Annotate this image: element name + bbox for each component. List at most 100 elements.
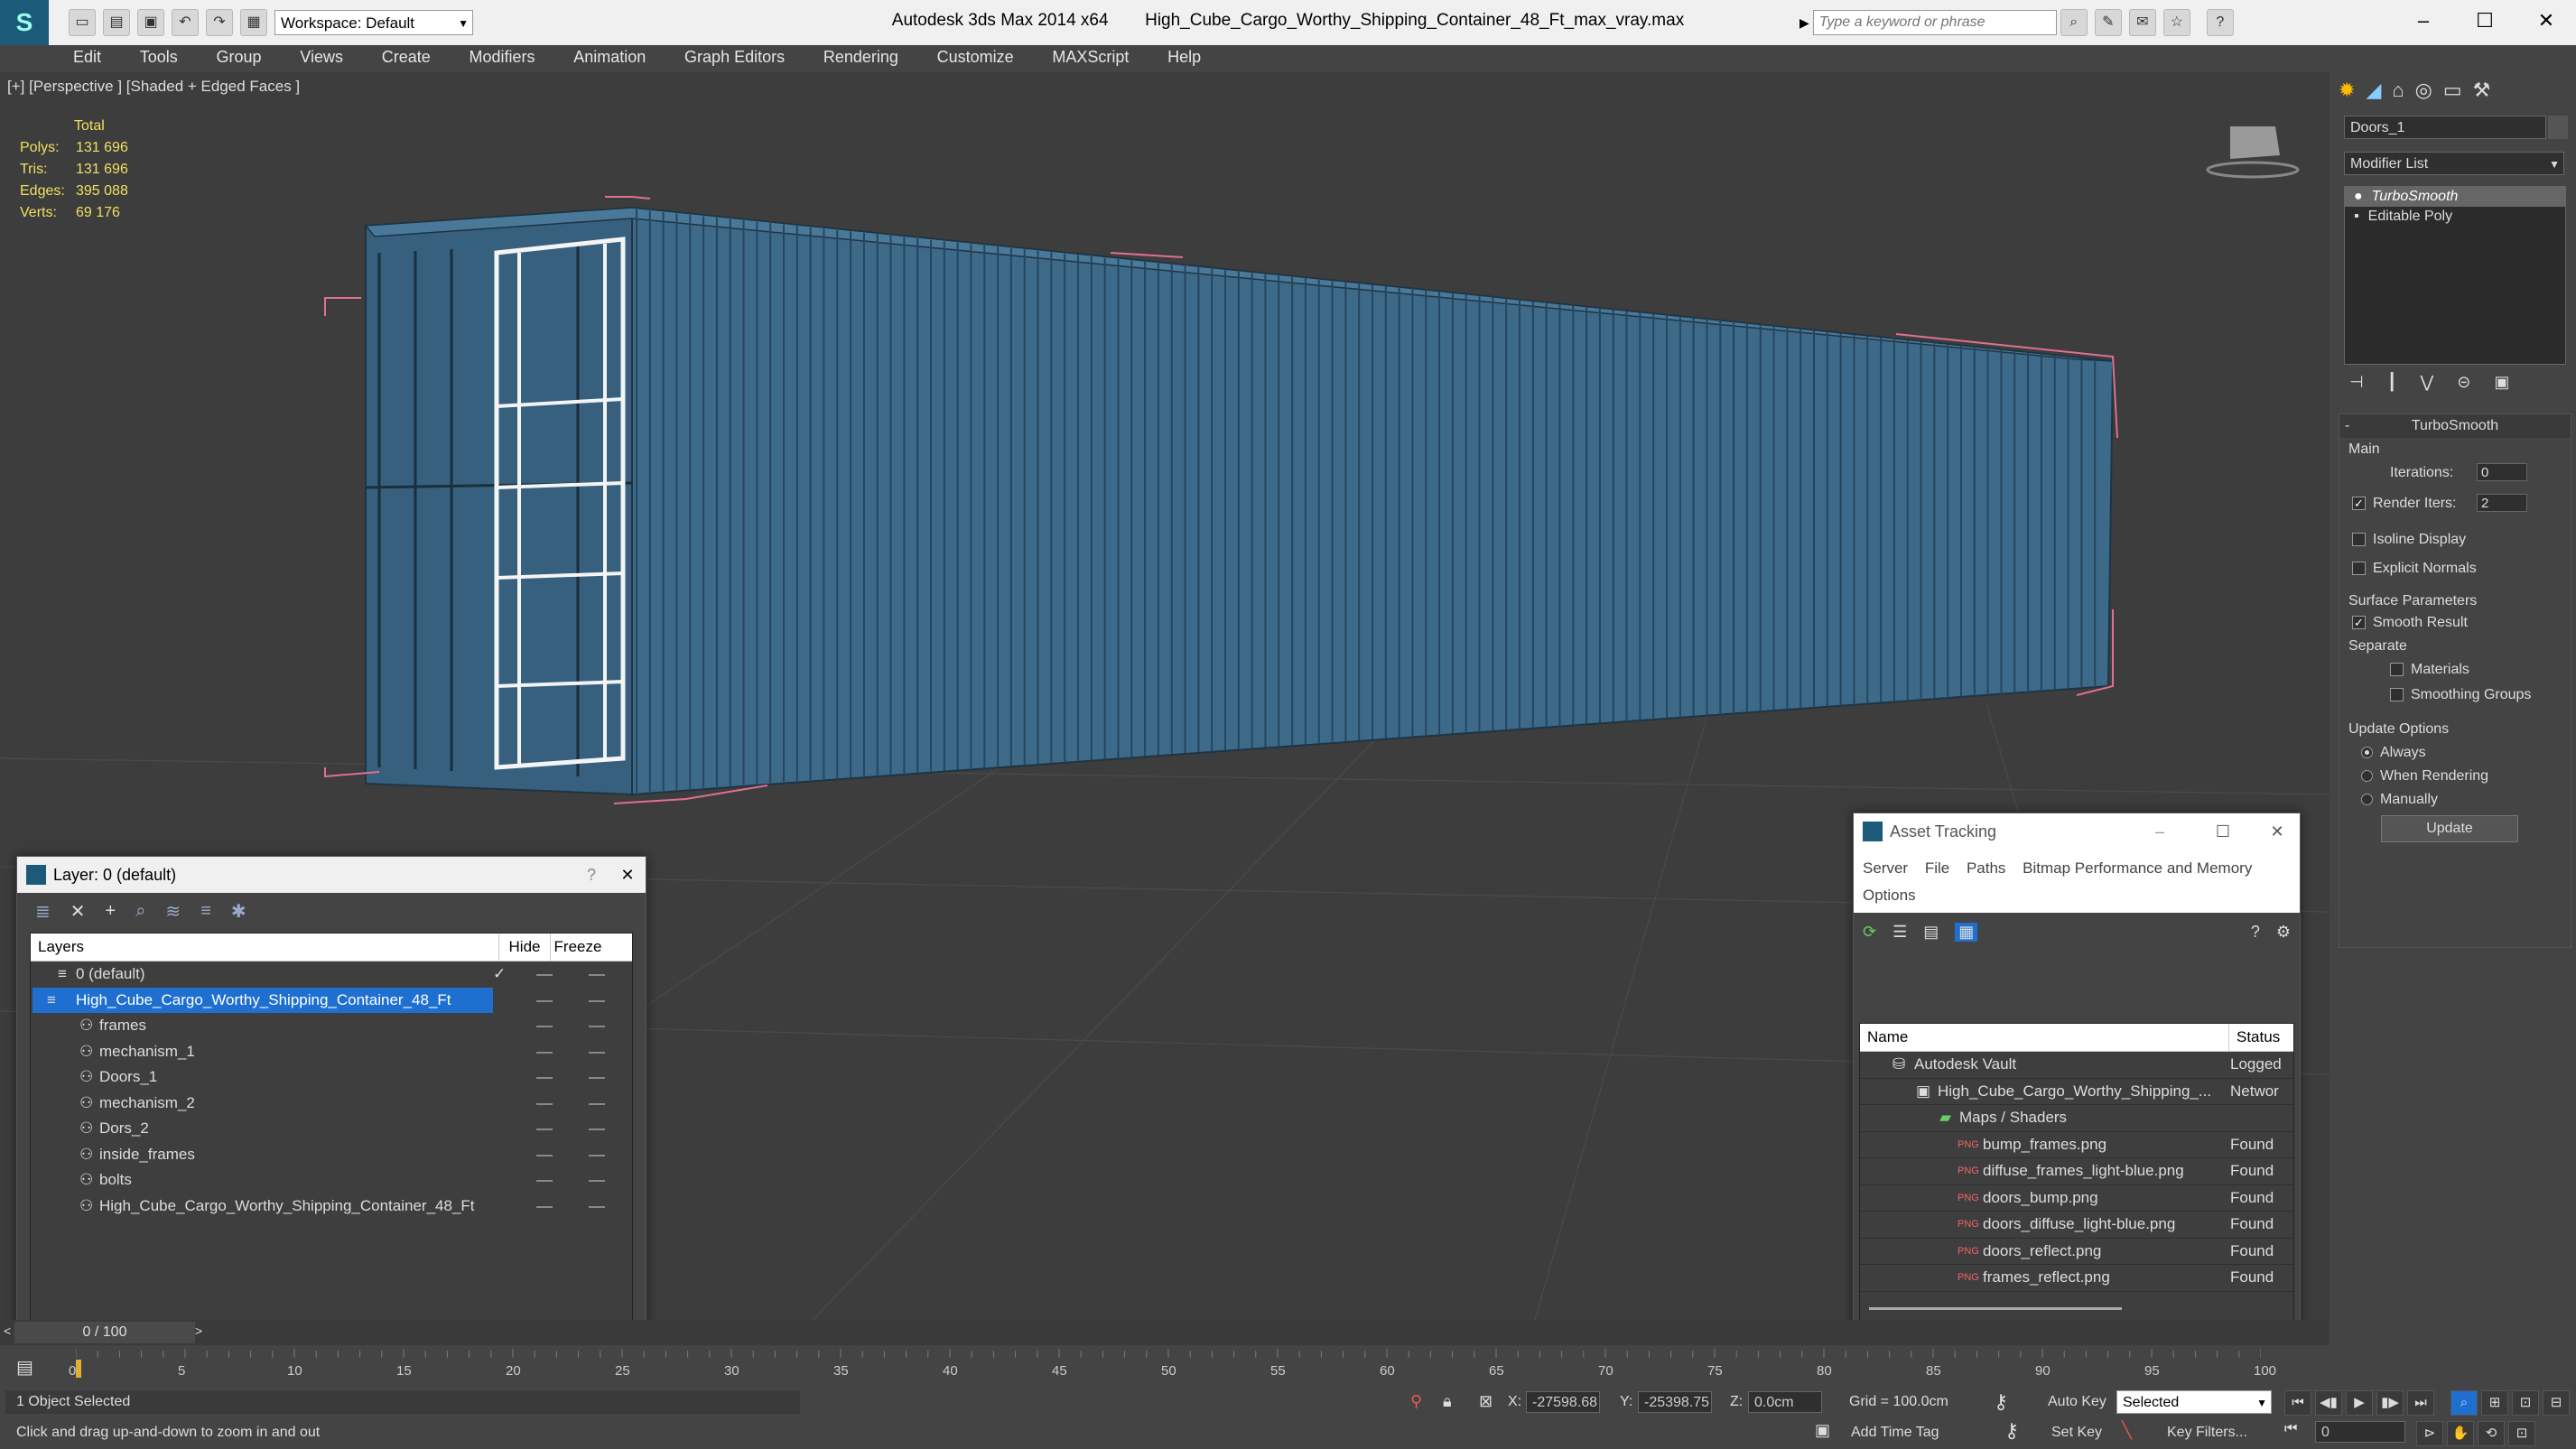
modifier-stack-item[interactable]: ● TurboSmooth (2345, 187, 2565, 207)
set-key-button[interactable]: Set Key (2051, 1425, 2102, 1441)
play-icon[interactable]: ▶ (2346, 1390, 2373, 1416)
modifier-list-dropdown[interactable]: Modifier List ▼ (2344, 152, 2564, 175)
delete-layer-icon[interactable]: ✕ (70, 900, 86, 923)
asset-row[interactable]: PNG doors_diffuse_light-blue.png Found (1860, 1212, 2293, 1239)
key-mode-icon[interactable]: ⏮ (2284, 1421, 2297, 1437)
minimize-icon[interactable]: – (2128, 813, 2191, 850)
set-key-icon[interactable]: ⚷ (2004, 1419, 2019, 1443)
communication-icon[interactable]: ✉ (2128, 9, 2156, 36)
show-end-result-icon[interactable]: ┃ (2387, 373, 2397, 392)
layer-manager-titlebar[interactable]: Layer: 0 (default) ? ✕ (17, 857, 646, 893)
subscription-icon[interactable]: ✎ (2094, 9, 2122, 36)
asset-row[interactable]: ▰ Maps / Shaders (1860, 1105, 2293, 1132)
select-objects-icon[interactable]: ⌕ (135, 901, 145, 922)
key-icon[interactable]: ⚷ (1994, 1390, 2008, 1414)
make-unique-icon[interactable]: ⋁ (2421, 373, 2434, 392)
help-icon[interactable]: ? (2206, 9, 2234, 36)
always-radio[interactable] (2361, 747, 2373, 759)
prev-key-icon[interactable]: ◀▮ (2315, 1390, 2342, 1416)
tree-view-icon[interactable]: ▤ (1923, 923, 1939, 942)
open-file-icon[interactable]: ▤ (103, 9, 130, 36)
modify-tab-icon[interactable]: ◢ (2366, 79, 2381, 102)
time-tag-icon[interactable]: ▣ (1815, 1421, 1830, 1440)
selection-set-dropdown[interactable]: Selected ▼ (2116, 1390, 2272, 1414)
app-logo-button[interactable]: S (0, 0, 49, 45)
asset-menu-options[interactable]: Options (1863, 887, 1916, 904)
menu-animation[interactable]: Animation (556, 45, 663, 69)
field-of-view-icon[interactable]: ⊳ (2416, 1421, 2443, 1446)
display-tab-icon[interactable]: ▭ (2443, 79, 2462, 102)
add-to-layer-icon[interactable]: + (106, 901, 116, 922)
explicit-normals-checkbox[interactable] (2352, 562, 2366, 576)
zoom-all-icon[interactable]: ⊞ (2481, 1390, 2508, 1416)
maximize-viewport-icon[interactable]: ⊡ (2508, 1421, 2535, 1446)
menu-graph-editors[interactable]: Graph Editors (667, 45, 802, 69)
viewport-label[interactable]: [+] [Perspective ] [Shaded + Edged Faces… (7, 78, 300, 96)
table-view-icon[interactable]: ▦ (1955, 922, 1978, 942)
when-rendering-radio[interactable] (2361, 770, 2373, 783)
menu-group[interactable]: Group (200, 45, 279, 69)
mini-curve-editor-icon[interactable]: ▤ (16, 1356, 33, 1379)
time-slider-thumb[interactable]: 0 / 100 (14, 1322, 195, 1343)
asset-row[interactable]: ⛁ Autodesk Vault Logged (1860, 1052, 2293, 1079)
modifier-stack-item[interactable]: ▪ Editable Poly (2345, 207, 2565, 227)
go-to-start-icon[interactable]: ⏮ (2284, 1390, 2311, 1416)
z-coordinate-field[interactable]: 0.0cm (1748, 1391, 1822, 1413)
asset-row[interactable]: PNG doors_bump.png Found (1860, 1185, 2293, 1212)
create-tab-icon[interactable]: ✹ (2339, 79, 2355, 102)
update-button[interactable]: Update (2381, 815, 2518, 842)
go-to-end-icon[interactable]: ⏭ (2407, 1390, 2434, 1416)
current-frame-field[interactable]: 0 (2315, 1421, 2405, 1443)
shipping-container-model[interactable] (364, 206, 2115, 796)
close-icon[interactable]: ✕ (2255, 813, 2300, 850)
absolute-mode-icon[interactable]: ⊠ (1479, 1392, 1493, 1411)
col-status[interactable]: Status (2229, 1024, 2280, 1051)
asset-row[interactable]: PNG diffuse_frames_light-blue.png Found (1860, 1158, 2293, 1185)
asset-row[interactable]: ▣ High_Cube_Cargo_Worthy_Shipping_... Netw… (1860, 1079, 2293, 1105)
lock-selection-icon[interactable]: 🔒︎ (1443, 1392, 1452, 1411)
layer-row[interactable]: ≡ 0 (default) ✓ (31, 961, 632, 988)
refresh-icon[interactable]: ⟳ (1863, 923, 1876, 942)
redo-icon[interactable]: ↷ (206, 9, 233, 36)
object-row[interactable]: ⚇ bolts (31, 1167, 632, 1194)
y-coordinate-field[interactable]: -25398.75 (1638, 1391, 1712, 1413)
close-icon[interactable]: ✕ (2516, 9, 2576, 33)
object-row[interactable]: ⚇ mechanism_1 (31, 1039, 632, 1065)
pin-stack-icon[interactable]: ⊣ (2349, 373, 2364, 392)
list-view-icon[interactable]: ☰ (1892, 923, 1907, 942)
horizontal-scrollbar[interactable] (1869, 1307, 2122, 1310)
minimize-icon[interactable]: – (2393, 9, 2454, 33)
perspective-viewport[interactable]: [+] [Perspective ] [Shaded + Edged Faces… (0, 72, 2330, 1320)
menu-tools[interactable]: Tools (123, 45, 195, 69)
search-input[interactable] (1812, 10, 2057, 35)
manually-radio[interactable] (2361, 794, 2373, 806)
menu-edit[interactable]: Edit (56, 45, 118, 69)
configure-sets-icon[interactable]: ▣ (2494, 373, 2509, 392)
binoculars-icon[interactable]: ⌕ (2060, 9, 2088, 36)
object-row[interactable]: ⚇ inside_frames (31, 1142, 632, 1168)
object-name-field[interactable]: Doors_1 (2344, 116, 2546, 139)
menu-maxscript[interactable]: MAXScript (1035, 45, 1146, 69)
orbit-icon[interactable]: ⟲ (2478, 1421, 2505, 1446)
add-time-tag[interactable]: Add Time Tag (1851, 1425, 1939, 1441)
object-row[interactable]: ⚇ High_Cube_Cargo_Worthy_Shipping_Contain… (31, 1194, 632, 1220)
smoothing-groups-checkbox[interactable] (2390, 688, 2404, 702)
hide-all-icon[interactable]: ≡ (200, 901, 211, 922)
maximize-icon[interactable]: ☐ (2191, 813, 2255, 850)
object-color-swatch[interactable] (2548, 116, 2568, 139)
col-hide[interactable]: Hide (499, 933, 551, 961)
zoom-icon[interactable]: ⌕ (2450, 1390, 2478, 1416)
layer-help-button[interactable]: ? (573, 857, 609, 893)
track-bar[interactable]: ▤ 0 5 10 15 20 25 30 35 40 45 50 55 60 65 70 75 80 85 90 95… (0, 1345, 2576, 1387)
asset-menu-bitmap[interactable]: Bitmap Performance and Memory (2023, 859, 2252, 877)
utilities-tab-icon[interactable]: ⚒ (2473, 79, 2491, 102)
object-row[interactable]: ⚇ frames (31, 1013, 632, 1039)
save-file-icon[interactable]: ▣ (137, 9, 164, 36)
motion-tab-icon[interactable]: ◎ (2415, 79, 2432, 102)
col-name[interactable]: Name (1860, 1024, 2229, 1051)
undo-icon[interactable]: ↶ (172, 9, 199, 36)
next-key-icon[interactable]: ▮▶ (2376, 1390, 2404, 1416)
col-freeze[interactable]: Freeze (551, 933, 605, 961)
rollout-header[interactable]: - TurboSmooth (2339, 414, 2571, 438)
object-row[interactable]: ⚇ Dors_2 (31, 1116, 632, 1142)
